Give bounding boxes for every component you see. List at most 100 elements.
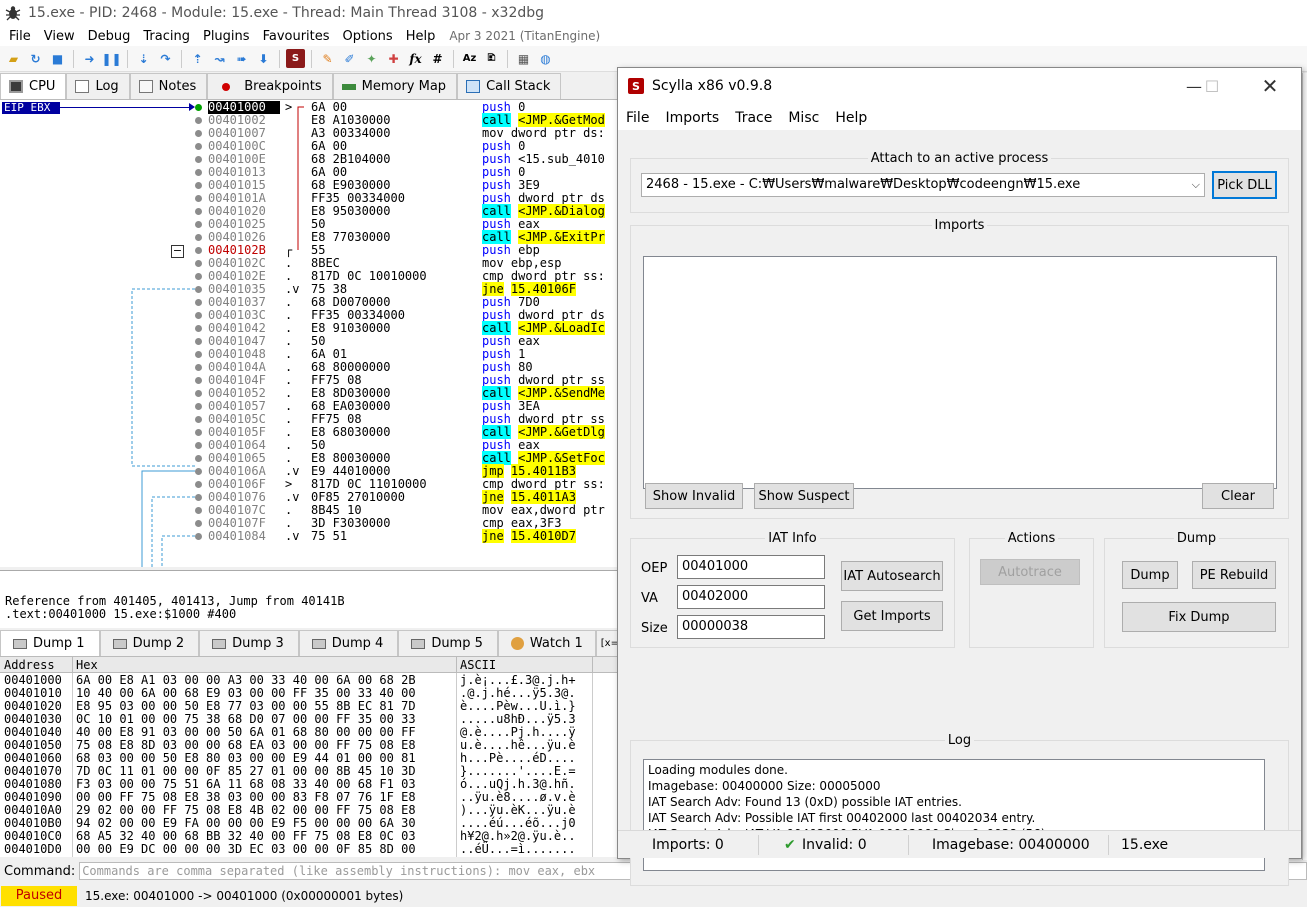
log-entry[interactable]: Imagebase: 00400000 Size: 00005000	[646, 778, 1254, 794]
scylla-window: S Scylla x86 v0.9.8 — ☐ ✕ File Imports T…	[617, 67, 1302, 886]
log-entry[interactable]: IAT Search Adv: Found 13 (0xD) possible …	[646, 794, 1254, 810]
asm-row[interactable]: 00401042. E8 91030000 call <JMP.&LoadIc	[205, 321, 617, 335]
stop-icon[interactable]: ■	[48, 49, 67, 68]
imports-tree[interactable]	[643, 256, 1277, 489]
execute-till-return-icon[interactable]: ➠	[232, 49, 251, 68]
dump-row[interactable]: 004010D0 00 00 E9 DC 00 00 00 3D EC 03 00…	[0, 843, 617, 856]
pick-dll-button[interactable]: Pick DLL	[1212, 171, 1277, 199]
tab-cpu[interactable]: CPU	[0, 73, 67, 99]
asm-row[interactable]: 00401035 .v 75 38 jne 15.40106F	[205, 282, 617, 296]
autotrace-button[interactable]: Autotrace	[980, 559, 1080, 585]
scylla-menu-misc[interactable]: Misc	[788, 110, 827, 126]
asm-row[interactable]: 00401020 E8 95030000 call <JMP.&Dialog	[205, 204, 617, 218]
asm-bytes: 75 51	[311, 529, 348, 543]
close-button[interactable]: ✕	[1250, 74, 1290, 98]
run-to-user-icon[interactable]: ⬇	[254, 49, 273, 68]
strings-icon[interactable]: Az	[460, 49, 479, 68]
comment-icon[interactable]: ✐	[340, 49, 359, 68]
asm-token: eax	[510, 217, 540, 231]
asm-row[interactable]: 0040100E 68 2B104000 push <15.sub_4010	[205, 153, 617, 166]
pe-rebuild-button[interactable]: PE Rebuild	[1192, 561, 1276, 589]
menu-options[interactable]: Options	[338, 29, 401, 44]
scylla-menu-trace[interactable]: Trace	[735, 110, 780, 126]
scylla-menu-help[interactable]: Help	[835, 110, 875, 126]
asm-row[interactable]: 00401052. E8 8D030000 call <JMP.&SendMe	[205, 386, 617, 400]
asm-token: 1	[510, 347, 526, 361]
iat-info-title: IAT Info	[765, 531, 820, 546]
pause-icon[interactable]: ❚❚	[101, 49, 121, 68]
globe-icon[interactable]: ◍	[536, 49, 555, 68]
menu-plugins[interactable]: Plugins	[198, 29, 258, 44]
label-icon[interactable]: ✦	[362, 49, 381, 68]
asm-row[interactable]: 0040105F. E8 68030000 call <JMP.&GetDlg	[205, 425, 617, 439]
show-suspect-button[interactable]: Show Suspect	[754, 483, 854, 509]
fix-dump-button[interactable]: Fix Dump	[1122, 602, 1276, 632]
iat-info-group: IAT Info OEP 00401000 VA 00402000 Size 0…	[630, 531, 955, 648]
asm-row[interactable]: 00401013 6A 00 push 0	[205, 166, 617, 179]
size-label: Size	[641, 621, 668, 636]
menu-file[interactable]: File	[4, 29, 39, 44]
variables-icon[interactable]: 🗈	[482, 49, 501, 68]
get-imports-button[interactable]: Get Imports	[841, 601, 943, 631]
asm-token: mov ebp,esp	[482, 256, 562, 270]
open-icon[interactable]: ▰	[4, 49, 23, 68]
asm-row[interactable]: 00401007 A3 00334000 mov dword ptr ds:	[205, 127, 617, 140]
branch-gutter: EIP EBX −	[0, 100, 205, 567]
function-icon[interactable]: fx	[406, 49, 425, 68]
run-icon[interactable]: ➜	[80, 49, 99, 68]
maximize-button[interactable]: ☐	[1192, 74, 1232, 98]
menu-debug[interactable]: Debug	[83, 29, 139, 44]
calculator-icon[interactable]: ▦	[514, 49, 533, 68]
asm-token: <JMP.&Dialog	[518, 204, 605, 218]
log-entry[interactable]: IAT Search Adv: Possible IAT first 00402…	[646, 810, 1254, 826]
scylla-menu-file[interactable]: File	[626, 110, 657, 126]
disassembly-listing[interactable]: 00401000 >6A 00 push 0 00401002 E8 A1030000 c…	[205, 100, 617, 567]
va-field[interactable]: 00402000	[677, 585, 825, 609]
tab-dump-1[interactable]: Dump 1	[0, 630, 100, 656]
hex-dump-pane[interactable]: Address Hex ASCII 00401000 6A 00 E8 A1 03…	[0, 656, 617, 857]
process-select[interactable]: 2468 - 15.exe - C:₩Users₩malware₩Desktop…	[641, 173, 1205, 197]
asm-row[interactable]: 00401048. 6A 01 push 1	[205, 348, 617, 361]
tab-notes[interactable]: Notes	[129, 73, 208, 99]
restart-icon[interactable]: ↻	[26, 49, 45, 68]
asm-token: cmp eax,3F3	[482, 516, 562, 530]
menu-favourites[interactable]: Favourites	[258, 29, 338, 44]
tab-log[interactable]: Log	[66, 73, 130, 99]
asm-token: jmp	[482, 464, 504, 478]
dump-group: Dump Dump PE Rebuild Fix Dump	[1104, 531, 1289, 648]
scylla-menu-imports[interactable]: Imports	[665, 110, 727, 126]
disassembly-pane[interactable]: EIP EBX − 00401000 >6A 00 push 0 00401002 E8…	[0, 99, 617, 567]
hash-icon[interactable]: #	[428, 49, 447, 68]
asm-row[interactable]: 00401026 E8 77030000 call <JMP.&ExitPr	[205, 230, 617, 244]
status-module: 15.exe	[1121, 837, 1169, 853]
dump-button[interactable]: Dump	[1122, 561, 1178, 589]
bookmark-icon[interactable]: ✚	[384, 49, 403, 68]
scylla-icon[interactable]: S	[286, 49, 305, 68]
asm-row[interactable]: 00401084 .v 75 51 jne 15.4010D7	[205, 529, 617, 543]
tab-breakpoints[interactable]: Breakpoints	[207, 73, 333, 99]
tab-dump-5[interactable]: Dump 5	[398, 630, 498, 656]
tab-dump-2[interactable]: Dump 2	[99, 630, 200, 656]
size-field[interactable]: 00000038	[677, 615, 825, 639]
oep-field[interactable]: 00401000	[677, 555, 825, 579]
tab-memory-map[interactable]: Memory Map	[332, 73, 458, 99]
patch-icon[interactable]: ✎	[318, 49, 337, 68]
tab-call-stack[interactable]: Call Stack	[457, 73, 562, 99]
step-into-icon[interactable]: ⇣	[134, 49, 153, 68]
step-over-icon[interactable]: ↷	[156, 49, 175, 68]
tab-dump-3[interactable]: Dump 3	[199, 630, 299, 656]
log-entry[interactable]: Loading modules done.	[646, 762, 1254, 778]
asm-token: push	[482, 165, 511, 179]
menu-tracing[interactable]: Tracing	[138, 29, 198, 44]
trace-into-icon[interactable]: ⇡	[188, 49, 207, 68]
menu-view[interactable]: View	[39, 29, 83, 44]
trace-over-icon[interactable]: ↝	[210, 49, 229, 68]
show-invalid-button[interactable]: Show Invalid	[645, 483, 743, 509]
clear-button[interactable]: Clear	[1202, 483, 1274, 509]
asm-row[interactable]: 00401047. 50 push eax	[205, 335, 617, 348]
menu-help[interactable]: Help	[401, 29, 444, 44]
asm-token: call	[482, 230, 511, 244]
iat-autosearch-button[interactable]: IAT Autosearch	[841, 561, 943, 591]
tab-dump-4[interactable]: Dump 4	[298, 630, 399, 656]
tab-watch-1[interactable]: Watch 1	[497, 630, 596, 656]
